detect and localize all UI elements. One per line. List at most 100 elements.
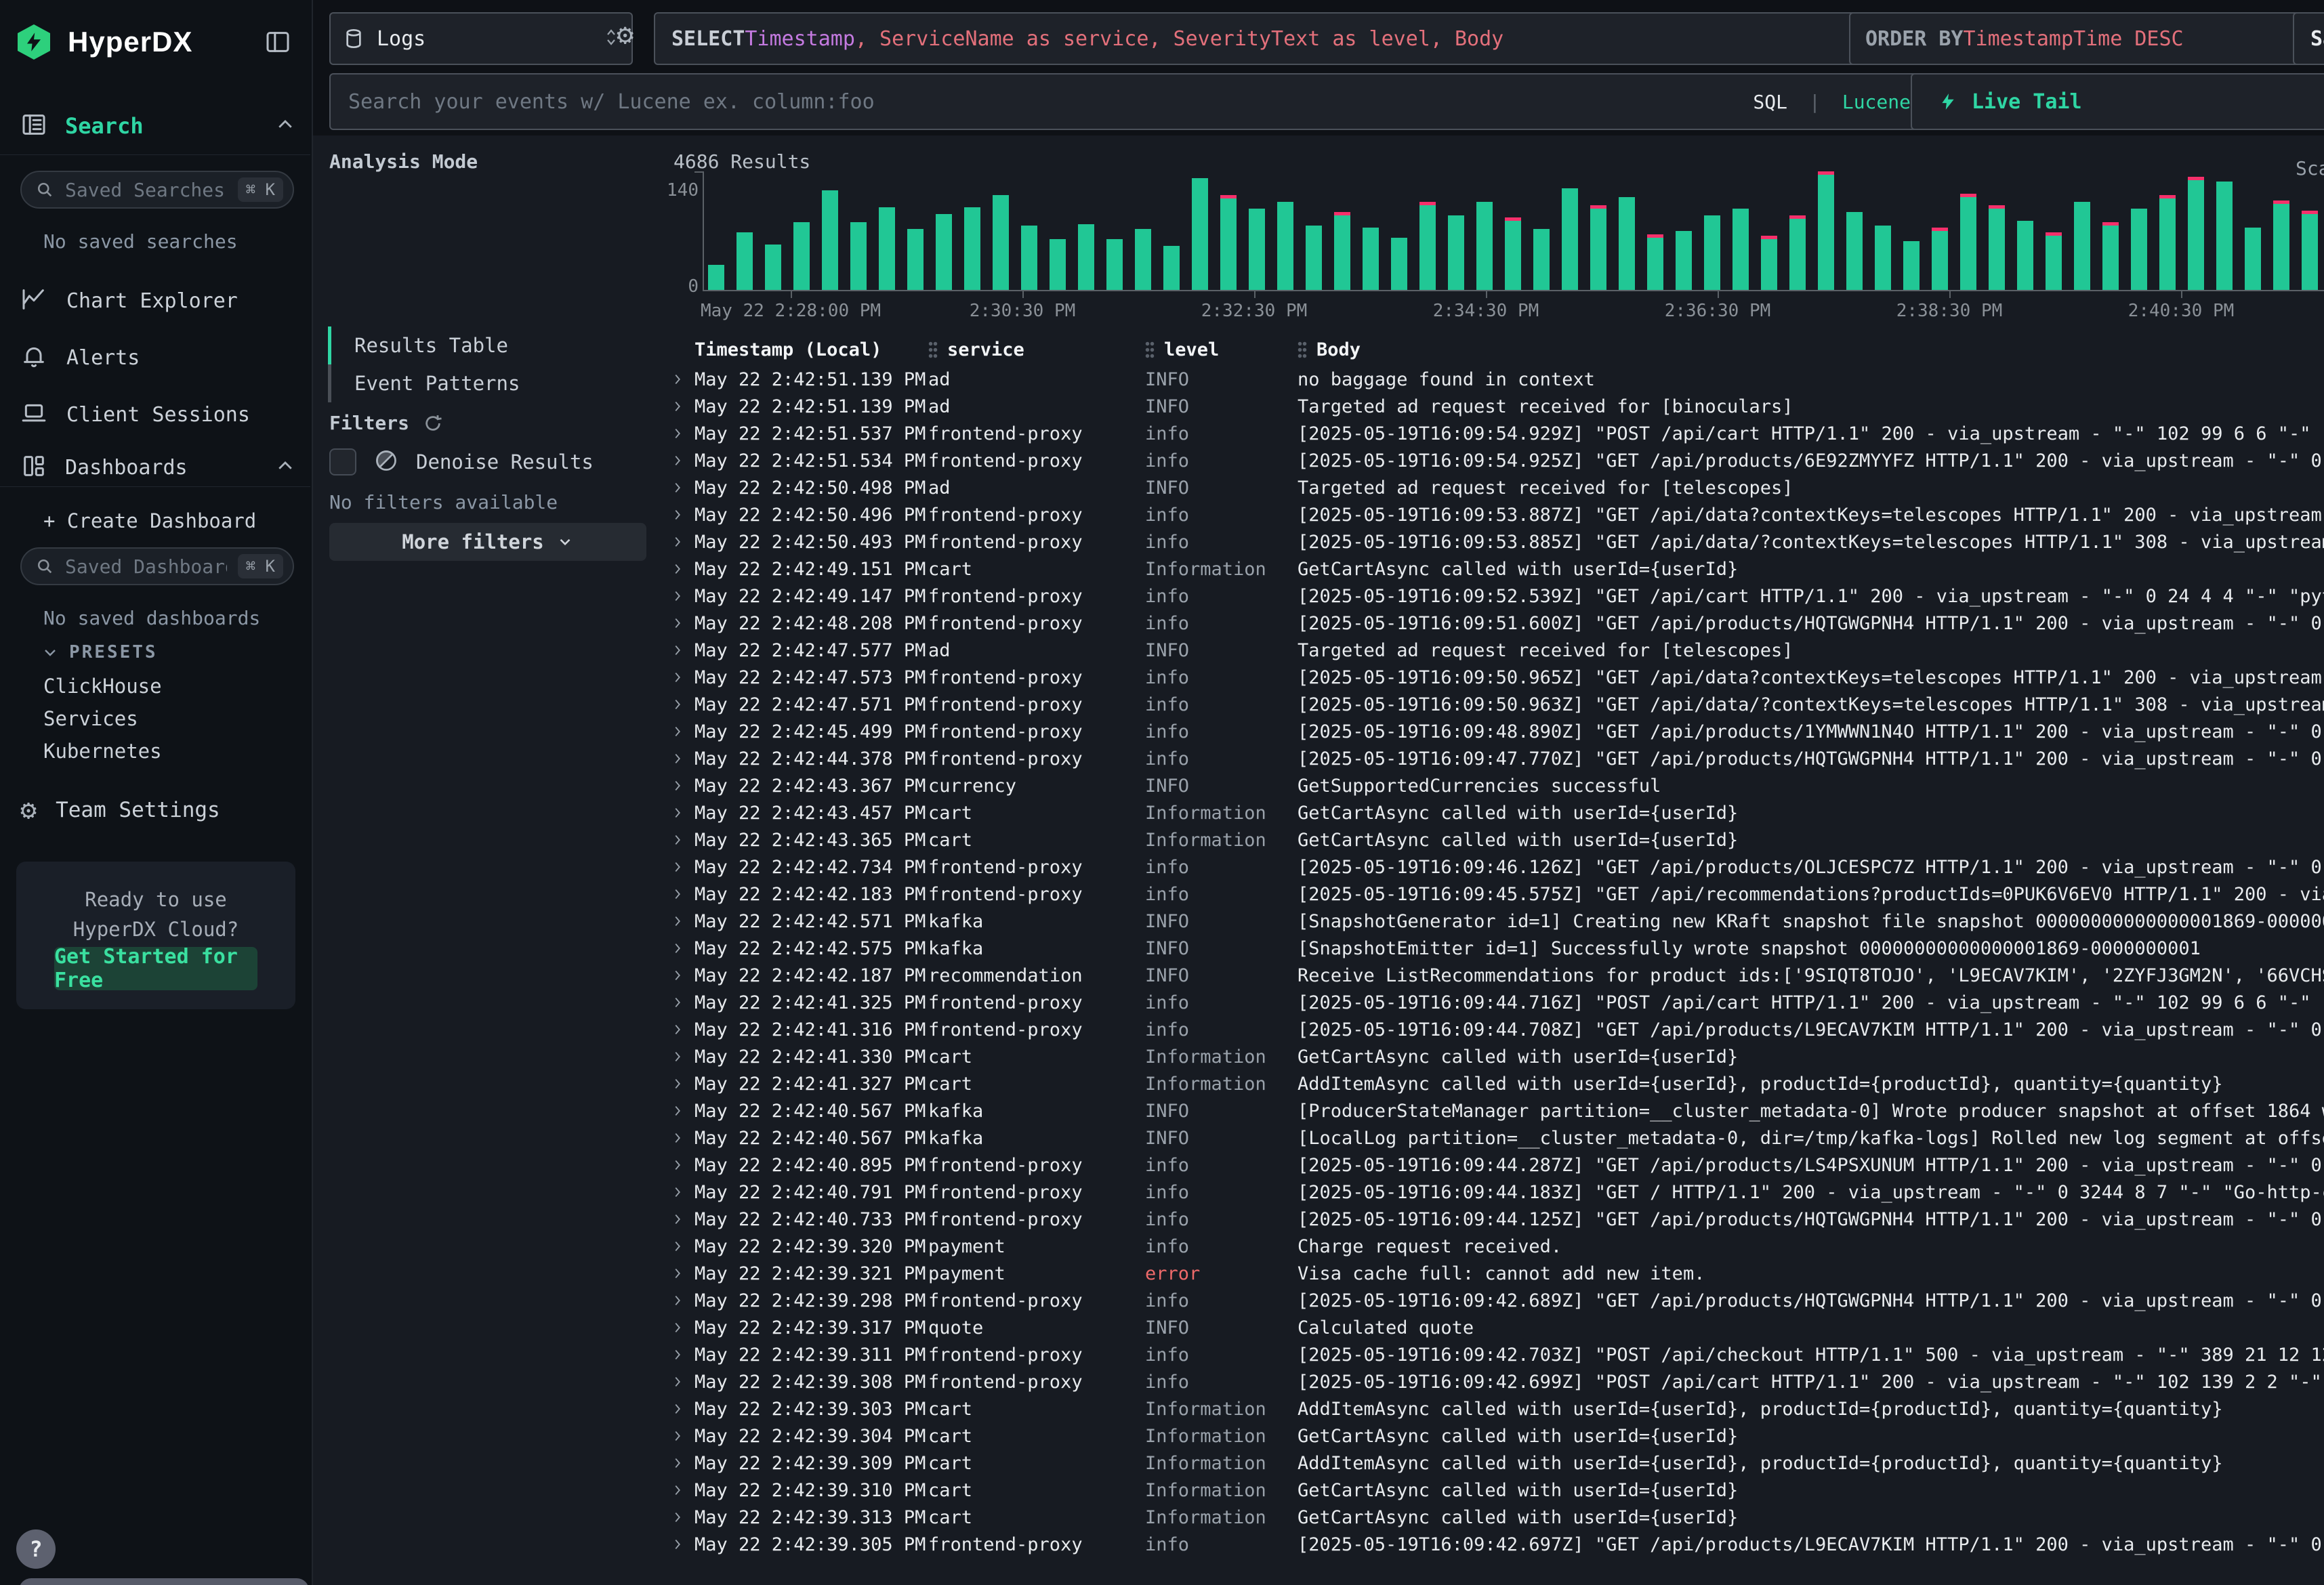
table-row[interactable]: May 22 2:42:49.147 PMfrontend-proxyinfo[… — [661, 583, 2324, 610]
histogram-bar[interactable] — [1363, 228, 1379, 291]
sidebar-item-client-sessions[interactable]: Client Sessions — [20, 396, 295, 434]
row-expand-chevron-icon[interactable] — [661, 914, 694, 929]
histogram-bar[interactable] — [1846, 212, 1863, 290]
header-service[interactable]: service — [928, 339, 1145, 360]
help-button[interactable]: ? — [16, 1529, 56, 1569]
table-row[interactable]: May 22 2:42:39.298 PMfrontend-proxyinfo[… — [661, 1287, 2324, 1314]
histogram-bar[interactable] — [1419, 202, 1436, 290]
row-expand-chevron-icon[interactable] — [661, 941, 694, 956]
histogram-bar[interactable] — [1306, 226, 1322, 290]
table-row[interactable]: May 22 2:42:39.311 PMfrontend-proxyinfo[… — [661, 1341, 2324, 1368]
histogram-bar[interactable] — [1562, 188, 1578, 290]
row-expand-chevron-icon[interactable] — [661, 1374, 694, 1389]
table-row[interactable]: May 22 2:42:42.575 PMkafkaINFO[SnapshotE… — [661, 935, 2324, 962]
row-expand-chevron-icon[interactable] — [661, 832, 694, 847]
table-row[interactable]: May 22 2:42:40.567 PMkafkaINFO[LocalLog … — [661, 1124, 2324, 1151]
table-row[interactable]: May 22 2:42:41.327 PMcartInformationAddI… — [661, 1070, 2324, 1097]
row-expand-chevron-icon[interactable] — [661, 670, 694, 685]
row-expand-chevron-icon[interactable] — [661, 1401, 694, 1416]
table-row[interactable]: May 22 2:42:39.310 PMcartInformationGetC… — [661, 1477, 2324, 1504]
histogram-bar[interactable] — [1676, 231, 1692, 291]
histogram-bar[interactable] — [1932, 228, 1948, 291]
row-expand-chevron-icon[interactable] — [661, 1022, 694, 1037]
table-row[interactable]: May 22 2:42:45.499 PMfrontend-proxyinfo[… — [661, 718, 2324, 745]
histogram-bar[interactable] — [879, 207, 895, 291]
histogram-bar[interactable] — [2245, 228, 2261, 291]
row-expand-chevron-icon[interactable] — [661, 751, 694, 766]
table-row[interactable]: May 22 2:42:43.365 PMcartInformationGetC… — [661, 826, 2324, 853]
query-mode-sql[interactable]: SQL — [1753, 91, 1787, 113]
sql-select-input[interactable]: SELECT Timestamp, ServiceName as service… — [654, 12, 1867, 65]
table-row[interactable]: May 22 2:42:41.316 PMfrontend-proxyinfo[… — [661, 1016, 2324, 1043]
table-row[interactable]: May 22 2:42:49.151 PMcartInformationGetC… — [661, 555, 2324, 583]
histogram-bar[interactable] — [822, 190, 838, 291]
row-expand-chevron-icon[interactable] — [661, 1266, 694, 1281]
row-expand-chevron-icon[interactable] — [661, 1049, 694, 1064]
sidebar-item-dashboards[interactable]: Dashboards — [20, 450, 295, 485]
table-row[interactable]: May 22 2:42:47.577 PMadINFOTargeted ad r… — [661, 637, 2324, 664]
histogram-bar[interactable] — [1277, 202, 1293, 290]
row-expand-chevron-icon[interactable] — [661, 805, 694, 820]
order-by-input[interactable]: ORDER BY TimestampTime DESC — [1849, 12, 2307, 65]
histogram-bar[interactable] — [1960, 194, 1976, 291]
table-row[interactable]: May 22 2:42:47.571 PMfrontend-proxyinfo[… — [661, 691, 2324, 718]
row-expand-chevron-icon[interactable] — [661, 1103, 694, 1118]
row-expand-chevron-icon[interactable] — [661, 968, 694, 983]
histogram-bar[interactable] — [1220, 195, 1237, 290]
refresh-icon[interactable] — [423, 413, 443, 434]
histogram-bar[interactable] — [2046, 232, 2062, 290]
header-level[interactable]: level — [1145, 339, 1298, 360]
row-expand-chevron-icon[interactable] — [661, 1076, 694, 1091]
table-row[interactable]: May 22 2:42:44.378 PMfrontend-proxyinfo[… — [661, 745, 2324, 772]
histogram-bar[interactable] — [1533, 229, 1550, 290]
query-mode-lucene[interactable]: Lucene — [1842, 91, 1911, 113]
table-row[interactable]: May 22 2:42:39.317 PMquoteINFOCalculated… — [661, 1314, 2324, 1341]
denoise-checkbox[interactable] — [329, 448, 356, 476]
histogram-bar[interactable] — [1021, 226, 1037, 290]
chevron-up-icon[interactable] — [275, 114, 295, 138]
row-expand-chevron-icon[interactable] — [661, 1510, 694, 1525]
histogram-bar[interactable] — [936, 214, 952, 291]
row-expand-chevron-icon[interactable] — [661, 507, 694, 522]
histogram-bar[interactable] — [850, 222, 867, 290]
histogram-bar[interactable] — [1135, 229, 1151, 290]
row-expand-chevron-icon[interactable] — [661, 426, 694, 441]
histogram-bar[interactable] — [1875, 226, 1891, 290]
row-expand-chevron-icon[interactable] — [661, 995, 694, 1010]
row-expand-chevron-icon[interactable] — [661, 1158, 694, 1172]
header-body[interactable]: Body — [1298, 339, 2324, 360]
histogram-bar[interactable] — [1192, 178, 1208, 290]
mode-results-table[interactable]: Results Table — [328, 326, 508, 364]
table-row[interactable]: May 22 2:42:48.208 PMfrontend-proxyinfo[… — [661, 610, 2324, 637]
table-row[interactable]: May 22 2:42:51.139 PMadINFOno baggage fo… — [661, 366, 2324, 393]
mode-event-patterns[interactable]: Event Patterns — [328, 364, 520, 402]
table-row[interactable]: May 22 2:42:40.895 PMfrontend-proxyinfo[… — [661, 1151, 2324, 1179]
row-expand-chevron-icon[interactable] — [661, 1185, 694, 1200]
histogram-bar[interactable] — [2074, 202, 2090, 290]
row-expand-chevron-icon[interactable] — [661, 1130, 694, 1145]
histogram-bar[interactable] — [1704, 215, 1720, 290]
table-row[interactable]: May 22 2:42:50.498 PMadINFOTargeted ad r… — [661, 474, 2324, 501]
table-row[interactable]: May 22 2:42:47.573 PMfrontend-proxyinfo[… — [661, 664, 2324, 691]
table-row[interactable]: May 22 2:42:43.367 PMcurrencyINFOGetSupp… — [661, 772, 2324, 799]
histogram-bar[interactable] — [708, 265, 724, 291]
histogram-bar[interactable] — [1619, 197, 1635, 291]
preset-kubernetes[interactable]: Kubernetes — [43, 740, 162, 763]
histogram-bar[interactable] — [2017, 221, 2033, 291]
preset-clickhouse[interactable]: ClickHouse — [43, 675, 162, 698]
histogram-bar[interactable] — [736, 232, 753, 290]
row-expand-chevron-icon[interactable] — [661, 399, 694, 414]
histogram-bar[interactable] — [1249, 209, 1265, 290]
histogram-bar[interactable] — [907, 229, 924, 290]
histogram-bar[interactable] — [2273, 200, 2289, 291]
histogram-bar[interactable] — [2102, 222, 2119, 290]
more-filters-button[interactable]: More filters — [329, 523, 646, 561]
table-row[interactable]: May 22 2:42:42.571 PMkafkaINFO[SnapshotG… — [661, 908, 2324, 935]
sidebar-collapse-icon[interactable] — [264, 28, 295, 60]
row-expand-chevron-icon[interactable] — [661, 697, 694, 712]
table-row[interactable]: May 22 2:42:39.321 PMpaymenterrorVisa ca… — [661, 1260, 2324, 1287]
source-select[interactable]: Logs — [329, 12, 633, 65]
row-expand-chevron-icon[interactable] — [661, 1429, 694, 1443]
row-expand-chevron-icon[interactable] — [661, 1347, 694, 1362]
header-timestamp[interactable]: Timestamp (Local) — [694, 339, 928, 360]
